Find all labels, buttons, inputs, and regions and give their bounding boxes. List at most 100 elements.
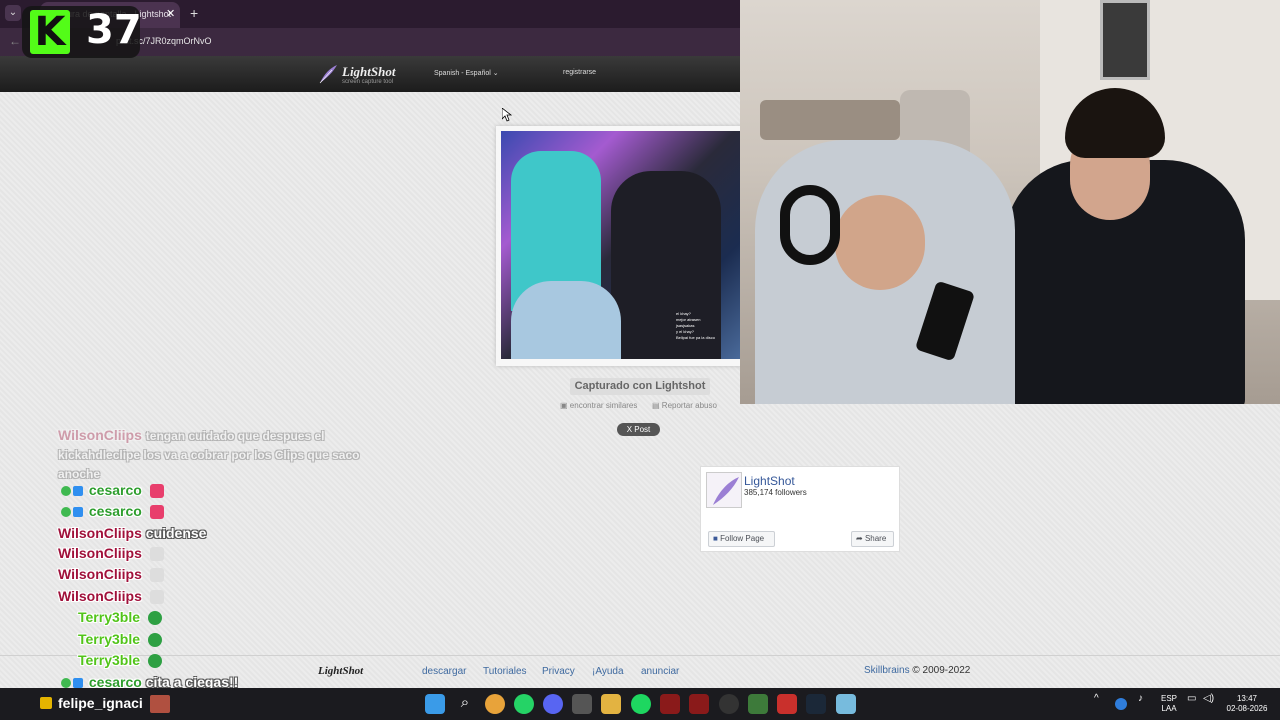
emote-icon	[149, 547, 164, 562]
webcam-person-left-face	[835, 195, 925, 290]
footer-logo[interactable]: LightShot	[318, 665, 363, 677]
chat-username: WilsonCliips	[58, 566, 142, 582]
emote-icon	[149, 590, 164, 605]
screenshot-chat: el khay? mejor atrasen jsasjsakas y el k…	[676, 311, 736, 351]
whatsapp-icon[interactable]	[514, 694, 534, 714]
screenshot-chat-line: Bellpai fue pa la disco	[676, 335, 715, 340]
streamer-avatar	[150, 695, 170, 713]
emote-icon	[147, 611, 162, 626]
screenshot-image: el khay? mejor atrasen jsasjsakas y el k…	[501, 131, 741, 359]
taskbar: felipe_ignaci ⌕ ^ ♪ ESP LAA ▭ ◁) 13:47 0…	[0, 688, 1280, 720]
app-icon[interactable]	[689, 694, 709, 714]
facebook-page-widget: LightShot 385,174 followers ■ Follow Pag…	[700, 466, 900, 552]
screenshot-figure	[511, 281, 621, 359]
chat-message: WilsonCliips	[58, 545, 164, 562]
page-avatar[interactable]	[706, 472, 742, 508]
captured-with-lightshot-button[interactable]: Capturado con Lightshot	[570, 378, 710, 395]
streamer-name: felipe_ignaci	[58, 695, 143, 711]
feather-logo-icon	[319, 65, 337, 84]
clock-date: 02-08-2026	[1226, 704, 1268, 713]
chat-message: WilsonCliips cuidense	[58, 525, 206, 541]
share-button[interactable]: ➦ Share	[851, 531, 894, 547]
find-similar-link[interactable]: ▣ encontrar similares	[560, 401, 637, 410]
chat-message: Terry3ble	[78, 631, 162, 648]
language-bottom: LAA	[1161, 704, 1177, 713]
network-icon[interactable]: ▭	[1187, 694, 1196, 704]
search-icon[interactable]: ⌕	[455, 694, 475, 714]
app-icon[interactable]	[777, 694, 797, 714]
follower-count: 385,174 followers	[744, 488, 807, 497]
skillbrains-link[interactable]: Skillbrains	[864, 665, 910, 676]
app-icon[interactable]	[836, 694, 856, 714]
file-explorer-icon[interactable]	[601, 694, 621, 714]
chat-username: Terry3ble	[78, 652, 140, 668]
image-icon: ▣	[560, 401, 568, 410]
screenshot-preview[interactable]: el khay? mejor atrasen jsasjsakas y el k…	[496, 126, 746, 366]
tab-close-icon[interactable]: ✕	[166, 7, 175, 20]
emote-icon	[149, 505, 164, 520]
footer-link-download[interactable]: descargar	[422, 666, 466, 677]
emote-icon	[149, 568, 164, 583]
report-abuse-link[interactable]: ▤ Reportar abuso	[652, 401, 717, 410]
chat-username: WilsonCliips	[58, 525, 142, 541]
emote-icon	[147, 633, 162, 648]
app-icon[interactable]	[719, 694, 739, 714]
chat-message: cesarco	[61, 503, 164, 520]
app-icon[interactable]	[572, 694, 592, 714]
footer-link-privacy[interactable]: Privacy	[542, 666, 575, 677]
tray-expand-icon[interactable]: ^	[1094, 694, 1099, 704]
footer-link-tutorials[interactable]: Tutoriales	[483, 666, 527, 677]
minecraft-icon[interactable]	[748, 694, 768, 714]
new-tab-icon[interactable]: +	[190, 5, 198, 21]
share-icon: ➦	[856, 534, 863, 543]
spotify-icon[interactable]	[631, 694, 651, 714]
language-indicator[interactable]: ESP LAA	[1158, 694, 1180, 714]
chat-text: cuidense	[145, 525, 207, 541]
language-top: ESP	[1160, 694, 1177, 703]
stream-frame: ⌄ Captura de pantalla - Lightshot ✕ + ← …	[0, 0, 1280, 720]
flag-icon: ▤	[652, 401, 660, 410]
chat-username: cesarco	[88, 482, 142, 498]
windows-start-icon[interactable]	[425, 694, 445, 714]
viewer-count: 37	[86, 7, 142, 53]
sub-badge-icon	[73, 507, 83, 518]
discord-icon[interactable]	[543, 694, 563, 714]
language-select[interactable]: Spanish - Español ⌄	[434, 69, 499, 77]
facebook-icon: ■	[713, 534, 718, 543]
chat-username: cesarco	[88, 503, 142, 519]
register-link[interactable]: registrarse	[563, 69, 596, 76]
sub-badge-icon	[73, 486, 83, 497]
lightshot-logo[interactable]: LightShot	[342, 64, 395, 80]
microphone-icon[interactable]: ♪	[1138, 694, 1143, 704]
page-name-link[interactable]: LightShot	[744, 474, 795, 488]
volume-icon[interactable]: ◁)	[1203, 694, 1214, 704]
verified-badge-icon	[61, 678, 71, 689]
footer-link-advertise[interactable]: anunciar	[641, 666, 679, 677]
webcam-table	[760, 100, 900, 140]
emote-icon	[147, 654, 162, 669]
copyright-years: © 2009-2022	[912, 665, 971, 676]
find-similar-label: encontrar similares	[569, 401, 638, 410]
chat-message: WilsonCliips tengan cuidado que despues …	[58, 426, 398, 483]
webcam-window	[1100, 0, 1150, 80]
tab-search-icon[interactable]: ⌄	[5, 5, 21, 21]
tray-app-icon[interactable]	[1115, 698, 1127, 710]
footer-link-help[interactable]: ¡Ayuda	[592, 666, 624, 677]
sub-badge-icon	[73, 678, 83, 689]
share-label: Share	[864, 534, 887, 543]
feather-logo-icon	[713, 477, 739, 505]
x-post-button[interactable]: X Post	[617, 423, 660, 436]
steam-icon[interactable]	[806, 694, 826, 714]
copyright: Skillbrains © 2009-2022	[864, 665, 970, 676]
lightshot-tagline: screen capture tool	[342, 79, 394, 85]
follow-page-button[interactable]: ■ Follow Page	[708, 531, 775, 547]
app-icon[interactable]	[660, 694, 680, 714]
chat-message: Terry3ble	[78, 652, 162, 669]
clock[interactable]: 13:47 02-08-2026	[1222, 694, 1272, 714]
emote-icon	[149, 484, 164, 499]
mouse-cursor-icon	[502, 108, 512, 122]
chat-username: WilsonCliips	[58, 588, 142, 604]
back-icon[interactable]: ←	[9, 34, 21, 48]
chrome-icon[interactable]	[485, 694, 505, 714]
webcam-feed	[740, 0, 1280, 404]
